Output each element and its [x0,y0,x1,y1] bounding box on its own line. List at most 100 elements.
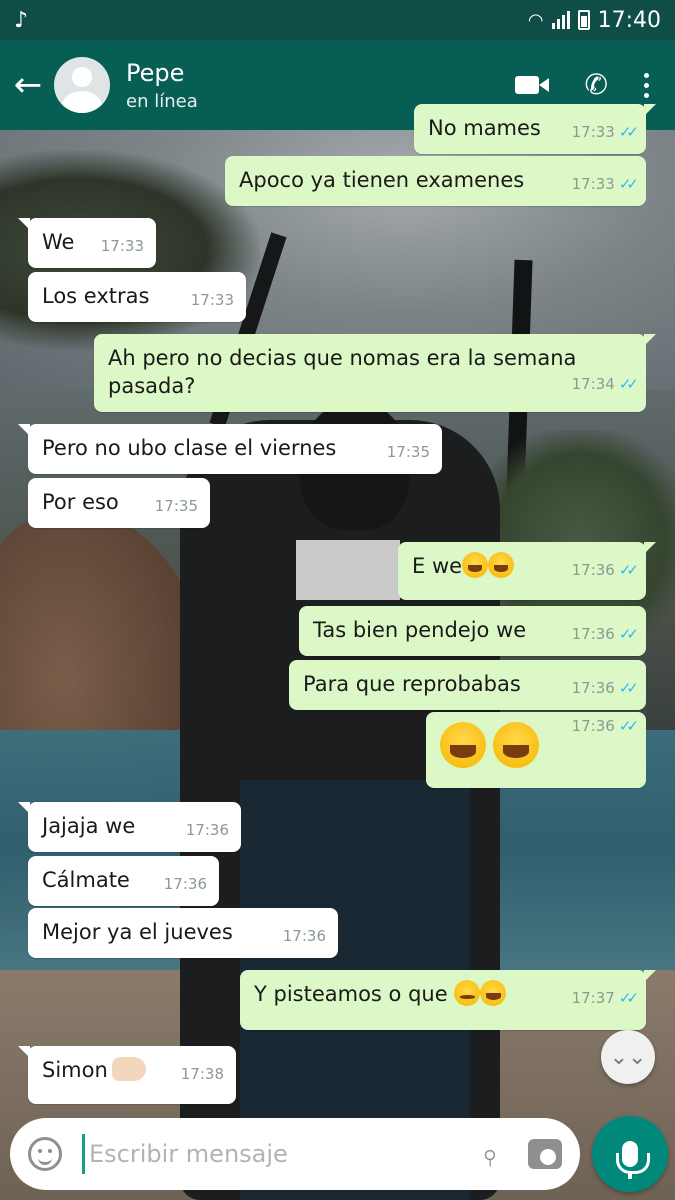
more-options-icon[interactable] [644,72,649,98]
battery-icon [577,10,590,30]
wallpaper-shirt-print [296,540,400,600]
message-text: Para que reprobabas [303,672,521,696]
read-ticks-icon: ✓✓ [618,717,639,735]
message-incoming[interactable]: Jajaja we 17:36 [18,802,241,852]
message-meta: 17:36 ✓✓ [571,678,639,698]
message-text: Jajaja we [42,814,136,838]
message-time: 17:36 [571,679,615,697]
message-text: Los extras [42,284,150,308]
message-meta: 17:34 ✓✓ [571,374,639,394]
signal-icon [551,11,570,29]
header-actions: ✆ [514,71,665,99]
joy-emoji-icon [440,722,486,768]
message-time: 17:33 [100,237,144,255]
message-outgoing[interactable]: Ah pero no decias que nomas era la seman… [94,334,656,412]
message-time: 17:36 [185,821,229,839]
message-time: 17:35 [386,443,430,461]
message-meta: 17:36 ✓✓ [571,716,639,736]
read-ticks-icon: ✓✓ [618,679,639,697]
double-chevron-down-icon: ⌄⌄ [609,1044,647,1070]
message-outgoing[interactable]: Y pisteamos o que 17:37 ✓✓ [240,970,656,1030]
contact-name: Pepe [126,58,185,87]
message-composer: ⌕ [10,1118,580,1190]
wifi-icon: ◠ [527,9,544,31]
message-time: 17:36 [282,927,326,945]
back-arrow-icon[interactable]: ← [10,65,46,105]
message-text: Mejor ya el jueves [42,920,233,944]
message-outgoing[interactable]: No mames 17:33 ✓✓ [414,104,656,154]
message-meta: 17:33 ✓✓ [571,122,639,142]
message-outgoing[interactable]: Apoco ya tienen examenes 17:33 ✓✓ [225,156,646,206]
message-time: 17:38 [180,1065,224,1083]
message-meta: 17:38 [181,1064,224,1084]
message-meta: 17:33 [191,290,234,310]
message-outgoing[interactable]: 17:36 ✓✓ [426,712,646,788]
joy-emoji-icon [488,552,515,578]
message-text: Ah pero no decias que nomas era la seman… [108,346,577,399]
call-me-hand-emoji-icon [111,1057,146,1081]
message-incoming[interactable]: Simon 17:38 [18,1046,236,1104]
message-outgoing[interactable]: E we 17:36 ✓✓ [398,542,656,600]
message-text: No mames [428,116,541,140]
scroll-to-bottom-button[interactable]: ⌄⌄ [601,1030,655,1084]
emoji-picker-icon[interactable] [28,1137,62,1171]
message-meta: 17:37 ✓✓ [571,988,639,1008]
camera-icon[interactable] [528,1139,562,1169]
contact-presence: en línea [126,90,198,112]
message-text: We [42,230,75,254]
message-time: 17:36 [571,561,615,579]
message-time: 17:33 [190,291,234,309]
contact-info[interactable]: Pepe en línea [126,59,198,112]
message-incoming[interactable]: Mejor ya el jueves 17:36 [28,908,338,958]
message-meta: 17:36 [164,874,207,894]
message-time: 17:34 [571,375,615,394]
message-meta: 17:36 ✓✓ [571,624,639,644]
message-meta: 17:36 [186,820,229,840]
message-time: 17:36 [571,717,615,735]
message-incoming[interactable]: We 17:33 [18,218,156,268]
message-meta: 17:33 [101,236,144,256]
message-text: Cálmate [42,868,130,892]
message-incoming[interactable]: Por eso 17:35 [28,478,210,528]
message-time: 17:36 [571,625,615,643]
message-time: 17:35 [154,497,198,515]
voice-message-button[interactable] [592,1116,668,1192]
message-meta: 17:33 ✓✓ [571,174,639,194]
message-incoming[interactable]: Pero no ubo clase el viernes 17:35 [18,424,442,474]
joy-emoji-icon [492,722,539,768]
message-meta: 17:36 ✓✓ [571,560,639,580]
message-outgoing[interactable]: Tas bien pendejo we 17:36 ✓✓ [299,606,646,656]
message-input[interactable] [82,1134,470,1174]
message-time: 17:36 [163,875,207,893]
message-text: Por eso [42,490,119,514]
message-text: E we [412,554,463,578]
joy-emoji-icon [462,552,489,578]
read-ticks-icon: ✓✓ [618,175,639,193]
message-time: 17:37 [571,989,615,1007]
message-meta: 17:35 [387,442,430,462]
video-call-icon[interactable] [514,74,549,96]
message-outgoing[interactable]: Para que reprobabas 17:36 ✓✓ [289,660,646,710]
message-incoming[interactable]: Cálmate 17:36 [28,856,219,906]
message-text: Apoco ya tienen examenes [239,168,525,192]
message-text: Y pisteamos o que [254,982,448,1006]
drooling-emoji-icon [454,980,481,1006]
status-bar: ♪ ◠ 17:40 [0,0,675,40]
read-ticks-icon: ✓✓ [618,123,639,141]
microphone-icon [616,1141,650,1179]
read-ticks-icon: ✓✓ [618,625,639,643]
voice-call-icon[interactable]: ✆ [585,71,608,99]
message-meta: 17:36 [283,926,326,946]
status-icons: ◠ 17:40 [528,8,661,33]
message-incoming[interactable]: Los extras 17:33 [28,272,246,322]
read-ticks-icon: ✓✓ [618,375,639,394]
status-time: 17:40 [597,7,661,33]
paperclip-attach-icon[interactable]: ⌕ [471,1136,508,1173]
music-note-icon: ♪ [14,7,29,33]
message-time: 17:33 [571,175,615,193]
message-time: 17:33 [571,123,615,141]
message-text: Pero no ubo clase el viernes [42,436,337,460]
message-text: Simon [42,1058,108,1082]
read-ticks-icon: ✓✓ [618,561,639,579]
contact-avatar[interactable] [54,57,110,113]
